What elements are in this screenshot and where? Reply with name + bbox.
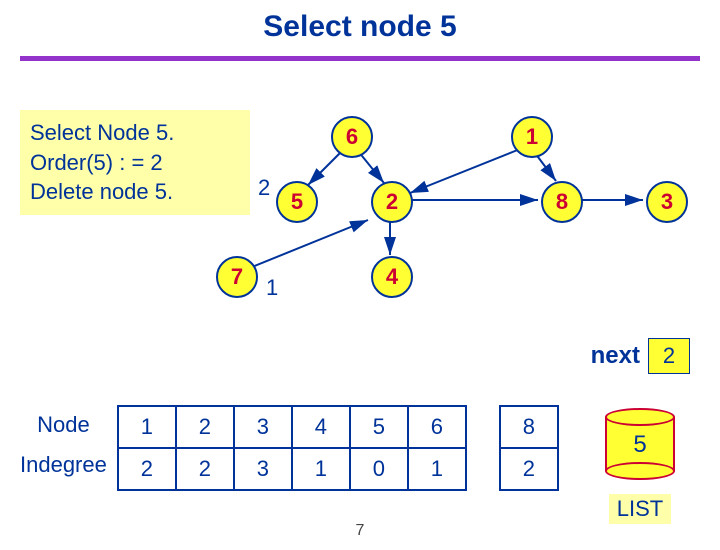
cell-node: 6	[408, 406, 466, 448]
cell-indeg: 1	[292, 448, 350, 490]
cell-node: 2	[176, 406, 234, 448]
cell-node: 5	[350, 406, 408, 448]
stack-label: LIST	[609, 494, 671, 524]
cell-indeg: 2	[500, 448, 558, 490]
cell-node: 8	[500, 406, 558, 448]
table-row: 1 2 3 4 5 6 8	[118, 406, 558, 448]
page-title: Select node 5	[0, 10, 720, 44]
cell-indeg: 2	[176, 448, 234, 490]
next-pointer: next 2	[591, 338, 690, 374]
page-number: 7	[0, 522, 720, 540]
data-table: 1 2 3 4 5 6 8 2 2 3 1 0 1 2	[117, 405, 559, 491]
divider	[20, 56, 700, 61]
edge-weight-6-5: 2	[258, 175, 270, 201]
indegree-table: Node Indegree 1 2 3 4 5 6 8 2 2 3 1 0 1 …	[20, 405, 559, 491]
row-label-node: Node	[20, 405, 107, 445]
cell-indeg: 2	[118, 448, 176, 490]
graph-node-5: 5	[276, 181, 318, 223]
graph-diagram: 6 1 5 2 8 3 7 4 2 1	[200, 115, 700, 315]
cell-node: 1	[118, 406, 176, 448]
graph-node-7: 7	[216, 256, 258, 298]
cell-gap	[466, 406, 500, 448]
cell-node: 3	[234, 406, 292, 448]
graph-node-8: 8	[541, 181, 583, 223]
row-label-indegree: Indegree	[20, 445, 107, 485]
table-row: 2 2 3 1 0 1 2	[118, 448, 558, 490]
cell-indeg: 3	[234, 448, 292, 490]
graph-node-2: 2	[371, 181, 413, 223]
cell-indeg: 1	[408, 448, 466, 490]
cell-indeg: 0	[350, 448, 408, 490]
graph-node-4: 4	[371, 256, 413, 298]
cylinder-icon: 5	[605, 408, 675, 480]
list-stack: 5 LIST	[605, 408, 675, 524]
graph-node-6: 6	[331, 116, 373, 158]
stack-value: 5	[605, 431, 675, 459]
cell-gap	[466, 448, 500, 490]
cell-node: 4	[292, 406, 350, 448]
edge-weight-7-4: 1	[266, 275, 278, 301]
graph-node-1: 1	[511, 116, 553, 158]
next-value: 2	[648, 338, 690, 374]
graph-node-3: 3	[646, 181, 688, 223]
next-label: next	[591, 342, 640, 370]
